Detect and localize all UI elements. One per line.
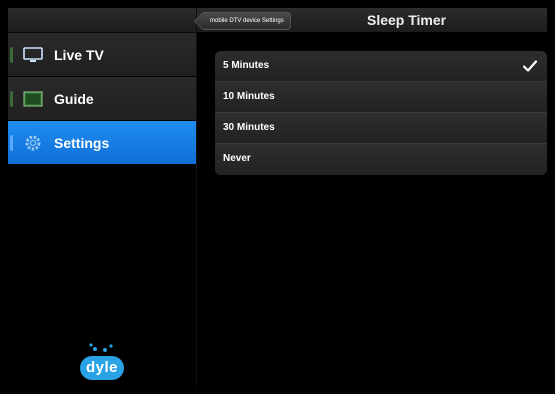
item-indicator <box>10 91 13 107</box>
sidebar-item-live-tv[interactable]: Live TV <box>8 33 196 77</box>
sidebar-item-label: Guide <box>54 90 94 107</box>
option-label: 10 Minutes <box>223 91 275 102</box>
option-30-minutes[interactable]: 30 Minutes <box>215 113 547 144</box>
settings-gear-icon <box>20 133 46 153</box>
logo-wordmark: dyle <box>80 356 124 380</box>
back-button[interactable]: mobile DTV device Settings <box>201 12 291 30</box>
dyle-logo: dyle <box>80 342 124 382</box>
option-label: Never <box>223 153 251 164</box>
sidebar: Live TV Guide Settings dyle <box>8 8 197 386</box>
guide-icon <box>20 89 46 109</box>
option-never[interactable]: Never <box>215 144 547 175</box>
option-label: 5 Minutes <box>223 60 270 71</box>
tv-icon <box>20 45 46 65</box>
item-indicator <box>10 135 13 151</box>
checkmark-icon <box>523 60 537 72</box>
option-10-minutes[interactable]: 10 Minutes <box>215 82 547 113</box>
sleep-timer-options: 5 Minutes 10 Minutes 30 Minutes Never <box>215 51 547 175</box>
page-title: Sleep Timer <box>367 12 447 28</box>
item-indicator <box>10 47 13 63</box>
app-window: Live TV Guide Settings dyle mobile DTV d… <box>8 8 547 386</box>
logo-antenna-icon <box>89 343 113 352</box>
sidebar-item-label: Live TV <box>54 46 104 63</box>
sidebar-item-guide[interactable]: Guide <box>8 77 196 121</box>
sidebar-header <box>8 8 196 33</box>
sidebar-item-label: Settings <box>54 134 110 151</box>
top-bar: mobile DTV device Settings Sleep Timer <box>197 8 547 32</box>
option-5-minutes[interactable]: 5 Minutes <box>215 51 547 82</box>
option-label: 30 Minutes <box>223 122 275 133</box>
sidebar-item-settings[interactable]: Settings <box>8 121 196 165</box>
